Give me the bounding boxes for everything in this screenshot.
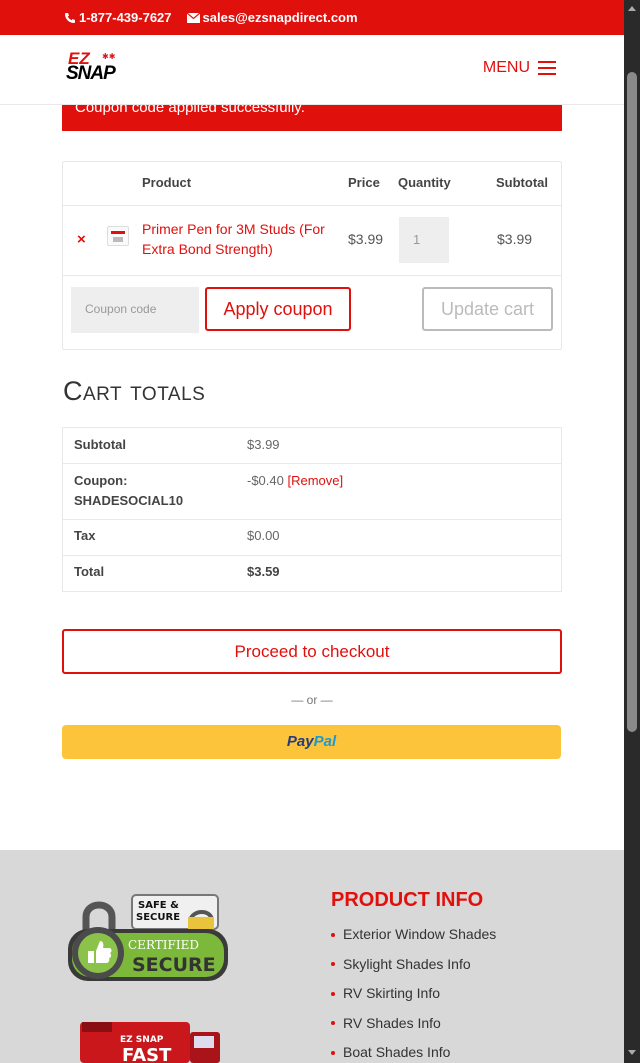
coupon-code-input[interactable]: Coupon code: [71, 287, 199, 333]
apply-coupon-button[interactable]: Apply coupon: [205, 287, 351, 331]
coupon-success-notice: Coupon code applied successfully.: [62, 105, 562, 131]
truck-fast-text: FAST: [122, 1045, 172, 1063]
total-label: Total: [74, 564, 105, 579]
cart-table: Product Price Quantity Subtotal × Primer…: [62, 161, 562, 350]
bullet-icon: [331, 962, 335, 967]
divider: [63, 205, 561, 206]
badge-line3: CERTIFIED: [128, 938, 199, 952]
badge-line1: SAFE &: [138, 900, 179, 911]
col-header-product: Product: [142, 175, 192, 190]
envelope-icon: [186, 12, 200, 23]
scrollbar-thumb[interactable]: [627, 72, 637, 732]
paypal-logo-pal: Pal: [313, 733, 337, 750]
paypal-button[interactable]: PayPal: [62, 725, 561, 759]
site-header: EZ ✱✱ SNAP MENU: [0, 35, 624, 105]
hamburger-icon: [538, 61, 556, 75]
phone-number: 1-877-439-7627: [79, 10, 172, 25]
col-header-quantity: Quantity: [398, 175, 451, 190]
badge-line2: SECURE: [136, 912, 180, 923]
svg-text:EZ SNAP: EZ SNAP: [120, 1035, 164, 1045]
coupon-code-label: SHADESOCIAL10: [74, 493, 184, 508]
product-thumbnail[interactable]: [107, 226, 129, 246]
cart-totals-heading: Cart totals: [63, 376, 206, 406]
flags-icon: ✱✱: [102, 52, 116, 61]
quantity-input[interactable]: 1: [399, 217, 449, 263]
bullet-icon: [331, 932, 335, 937]
phone-link[interactable]: 1-877-439-7627: [64, 10, 172, 25]
cart-totals-table: Subtotal $3.99 Coupon: SHADESOCIAL10 -$0…: [62, 427, 562, 592]
email-address: sales@ezsnapdirect.com: [202, 10, 358, 25]
menu-label: MENU: [482, 59, 530, 76]
footer-link-boat-shades[interactable]: Boat Shades Info: [331, 1038, 496, 1063]
notice-text: Coupon code applied successfully.: [75, 105, 305, 116]
coupon-label: Coupon:: [74, 473, 128, 488]
phone-icon: [65, 12, 75, 23]
product-name-link[interactable]: Primer Pen for 3M Studs (For Extra Bond …: [142, 219, 332, 259]
footer-link-exterior-window-shades[interactable]: Exterior Window Shades: [331, 920, 496, 950]
fast-shipping-truck-icon: EZ SNAP FAST: [80, 1022, 220, 1063]
divider: [63, 555, 561, 556]
bullet-icon: [331, 1050, 335, 1055]
divider: [63, 519, 561, 520]
product-info-list: Exterior Window Shades Skylight Shades I…: [331, 920, 496, 1063]
email-link[interactable]: sales@ezsnapdirect.com: [186, 10, 358, 25]
product-subtotal: $3.99: [497, 231, 533, 247]
top-contact-bar: 1-877-439-7627 sales@ezsnapdirect.com: [0, 0, 624, 35]
vertical-scrollbar[interactable]: [624, 0, 640, 1063]
coupon-discount: -$0.40: [247, 473, 284, 488]
scroll-up-arrow-icon[interactable]: [628, 6, 636, 11]
footer-link-rv-shades[interactable]: RV Shades Info: [331, 1009, 496, 1039]
divider: [63, 275, 561, 276]
safe-secure-badge-icon: SAFE & SECURE CERTIFIED SECURE: [68, 894, 228, 981]
menu-button[interactable]: MENU: [483, 59, 556, 77]
tax-label: Tax: [74, 528, 96, 543]
badge-line4: SECURE: [132, 954, 216, 976]
paypal-logo-pay: Pay: [286, 733, 314, 750]
bullet-icon: [331, 1021, 335, 1026]
col-header-subtotal: Subtotal: [496, 175, 548, 190]
coupon-value-wrap: -$0.40 [Remove]: [247, 473, 343, 488]
subtotal-label: Subtotal: [74, 437, 126, 452]
footer-link-rv-skirting[interactable]: RV Skirting Info: [331, 979, 496, 1009]
remove-item-icon[interactable]: ×: [77, 231, 86, 248]
product-price: $3.99: [348, 231, 384, 247]
col-header-price: Price: [348, 175, 380, 190]
remove-coupon-link[interactable]: [Remove]: [288, 473, 344, 488]
footer-link-skylight-shades[interactable]: Skylight Shades Info: [331, 950, 496, 980]
divider: [63, 463, 561, 464]
product-info-heading: PRODUCT INFO: [331, 889, 484, 911]
total-value: $3.59: [247, 564, 280, 579]
bullet-icon: [331, 991, 335, 996]
site-logo[interactable]: EZ ✱✱ SNAP: [66, 50, 138, 84]
subtotal-value: $3.99: [247, 437, 280, 452]
or-separator: — or —: [291, 693, 333, 707]
update-cart-button[interactable]: Update cart: [422, 287, 553, 331]
proceed-to-checkout-button[interactable]: Proceed to checkout: [62, 629, 562, 674]
logo-snap: SNAP: [66, 63, 116, 84]
tax-value: $0.00: [247, 528, 280, 543]
scroll-down-arrow-icon[interactable]: [628, 1050, 636, 1055]
